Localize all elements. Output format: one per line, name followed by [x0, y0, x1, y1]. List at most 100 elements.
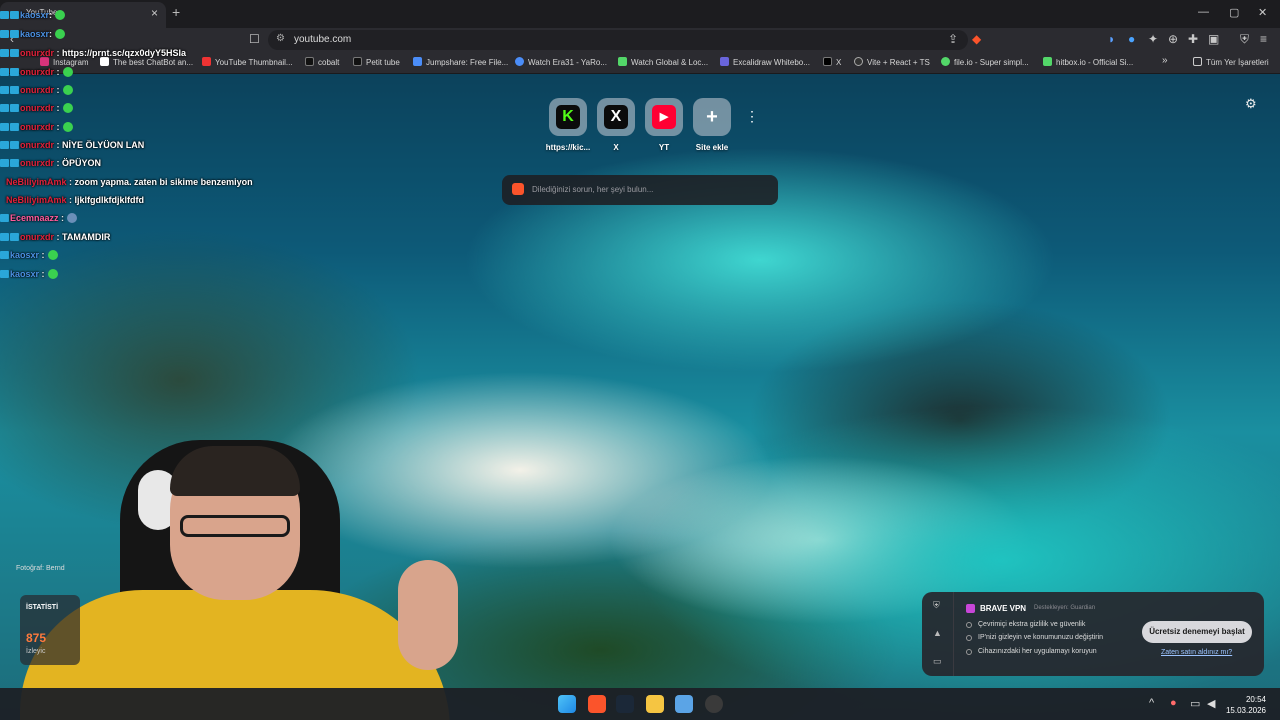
- new-tab-button[interactable]: +: [172, 4, 180, 20]
- bookmark-item[interactable]: Excalidraw Whitebo...: [720, 57, 810, 67]
- all-bookmarks-button[interactable]: Tüm Yer İşaretleri: [1193, 57, 1269, 67]
- microphone-icon[interactable]: ●: [1170, 697, 1177, 709]
- bookmark-item[interactable]: X: [823, 57, 841, 67]
- instagram-icon: [40, 57, 49, 66]
- gear-icon[interactable]: ⚙: [1245, 96, 1257, 112]
- address-bar[interactable]: ⚙ youtube.com ⇪: [268, 30, 968, 50]
- emote-icon: [62, 122, 73, 132]
- watch-global-icon: [618, 57, 627, 66]
- system-clock[interactable]: 20:54 15.03.2026: [1226, 694, 1266, 716]
- window-close-icon[interactable]: ✕: [1258, 6, 1267, 19]
- bookmark-item[interactable]: Jumpshare: Free File...: [413, 57, 508, 67]
- steam-icon[interactable]: [616, 695, 634, 713]
- taskbar: ^ ● ▭ ◀ 20:54 15.03.2026: [0, 688, 1280, 720]
- plus-icon: +: [706, 106, 718, 128]
- shortcut-x[interactable]: X: [597, 98, 635, 136]
- bookmark-item[interactable]: Vite + React + TS: [854, 57, 930, 67]
- chat-message: kaosxr:: [0, 29, 66, 39]
- emote-icon: [67, 213, 78, 223]
- emote-icon: [47, 269, 58, 279]
- alert-icon[interactable]: ▲: [933, 628, 942, 638]
- check-icon: [966, 622, 972, 628]
- badge-icon: [10, 233, 19, 241]
- minimize-icon[interactable]: —: [1198, 6, 1209, 18]
- card-icon[interactable]: ▭: [933, 656, 942, 667]
- badge-icon: [0, 270, 9, 278]
- shield-icon[interactable]: ⛨: [933, 600, 940, 611]
- bookmark-item[interactable]: Instagram: [40, 57, 89, 67]
- bookmark-icon[interactable]: ☐: [249, 32, 260, 46]
- close-icon[interactable]: ×: [151, 6, 158, 20]
- leo-icon[interactable]: ✦: [1148, 32, 1158, 46]
- more-options-icon[interactable]: ⋮: [745, 108, 759, 125]
- glasses: [180, 515, 290, 537]
- vpn-title: BRAVE VPN: [980, 604, 1027, 613]
- vite-icon: [854, 57, 863, 66]
- bookmark-item[interactable]: cobalt: [305, 57, 339, 67]
- x-icon: [823, 57, 832, 66]
- file-io-icon: [941, 57, 950, 66]
- shortcut-youtube[interactable]: ▶: [645, 98, 683, 136]
- badge-icon: [10, 104, 19, 112]
- badge-icon: [10, 49, 19, 57]
- brave-shields-icon[interactable]: ◆: [972, 32, 981, 46]
- search-input[interactable]: Dilediğinizi sorun, her şeyi bulun...: [502, 175, 778, 205]
- menu-icon[interactable]: ≡: [1260, 32, 1267, 46]
- chat-message: onurxdr :: [0, 103, 73, 113]
- volume-icon[interactable]: ◀: [1207, 697, 1215, 710]
- bookmark-item[interactable]: YouTube Thumbnail...: [202, 57, 293, 67]
- share-icon[interactable]: ⇪: [948, 32, 958, 46]
- webcam-overlay: [20, 440, 458, 720]
- obs-icon[interactable]: [705, 695, 723, 713]
- chevron-up-icon[interactable]: ^: [1149, 697, 1154, 709]
- add-site-button[interactable]: +: [693, 98, 731, 136]
- chat-username: NeBiliyimAmk: [6, 195, 67, 205]
- site-info-icon[interactable]: ⚙: [276, 33, 285, 44]
- restore-icon[interactable]: ▢: [1229, 6, 1239, 19]
- badge-icon: [10, 11, 19, 19]
- sidebar-icon[interactable]: ▣: [1208, 32, 1219, 46]
- windows-start-icon[interactable]: [558, 695, 576, 713]
- start-trial-button[interactable]: Ücretsiz denemeyi başlat: [1142, 621, 1252, 643]
- shield-icon[interactable]: ⛨: [1240, 32, 1249, 47]
- file-explorer-icon[interactable]: [646, 695, 664, 713]
- chat-message: NeBiliyimAmk : ljklfgdlkfdjklfdfd: [6, 195, 145, 205]
- bookmark-item[interactable]: Watch Era31 - YaRo...: [515, 57, 607, 67]
- speedreader-icon[interactable]: ◗: [1108, 32, 1115, 46]
- streamer-hand: [398, 560, 458, 670]
- app-icon[interactable]: [675, 695, 693, 713]
- bookmark-item[interactable]: file.io - Super simpl...: [941, 57, 1029, 67]
- chat-username: kaosxr: [20, 10, 50, 20]
- bookmark-item[interactable]: hitbox.io - Official Si...: [1043, 57, 1133, 67]
- brave-search-icon: [512, 183, 524, 195]
- chat-text: zoom yapma. zaten bi sikime benzemiyon: [74, 177, 253, 187]
- chat-text: https://prnt.sc/qzx0dyY5HSIa: [62, 48, 187, 58]
- chat-message: onurxdr : TAMAMDIR: [0, 232, 110, 242]
- vpn-icon[interactable]: ⊕: [1168, 32, 1178, 46]
- bookmark-item[interactable]: Watch Global & Loc...: [618, 57, 708, 67]
- chat-message: onurxdr : ÖPÜYON: [0, 158, 101, 168]
- bookmark-item[interactable]: The best ChatBot an...: [100, 57, 193, 67]
- youtube-thumbnail-icon: [202, 57, 211, 66]
- chat-username: onurxdr: [20, 232, 55, 242]
- vpn-partner: Destekleyen: Guardian: [1034, 605, 1096, 611]
- extensions-icon[interactable]: ✚: [1188, 32, 1198, 46]
- stats-label: İzleyic: [26, 648, 46, 655]
- chat-message: NeBiliyimAmk : zoom yapma. zaten bi siki…: [6, 177, 253, 187]
- badge-icon: [0, 11, 9, 19]
- url-text: youtube.com: [294, 34, 352, 45]
- emote-icon: [62, 103, 73, 113]
- chat-text: ÖPÜYON: [62, 158, 102, 168]
- already-purchased-link[interactable]: Zaten satın aldınız mı?: [1161, 649, 1232, 656]
- chat-username: onurxdr: [20, 140, 55, 150]
- folder-icon: [1193, 57, 1202, 66]
- photo-credit: Fotoğraf: Bernd: [16, 565, 65, 572]
- bookmarks-overflow-icon[interactable]: »: [1162, 55, 1168, 66]
- bookmark-item[interactable]: Petit tube: [353, 57, 400, 67]
- brave-browser-icon[interactable]: [588, 695, 606, 713]
- stats-widget: İSTATİSTİ 875 İzleyic: [20, 595, 80, 665]
- network-icon[interactable]: ▭: [1190, 697, 1200, 710]
- badge-icon: [0, 30, 9, 38]
- shortcut-kick[interactable]: K: [549, 98, 587, 136]
- wallet-icon[interactable]: ●: [1128, 32, 1135, 46]
